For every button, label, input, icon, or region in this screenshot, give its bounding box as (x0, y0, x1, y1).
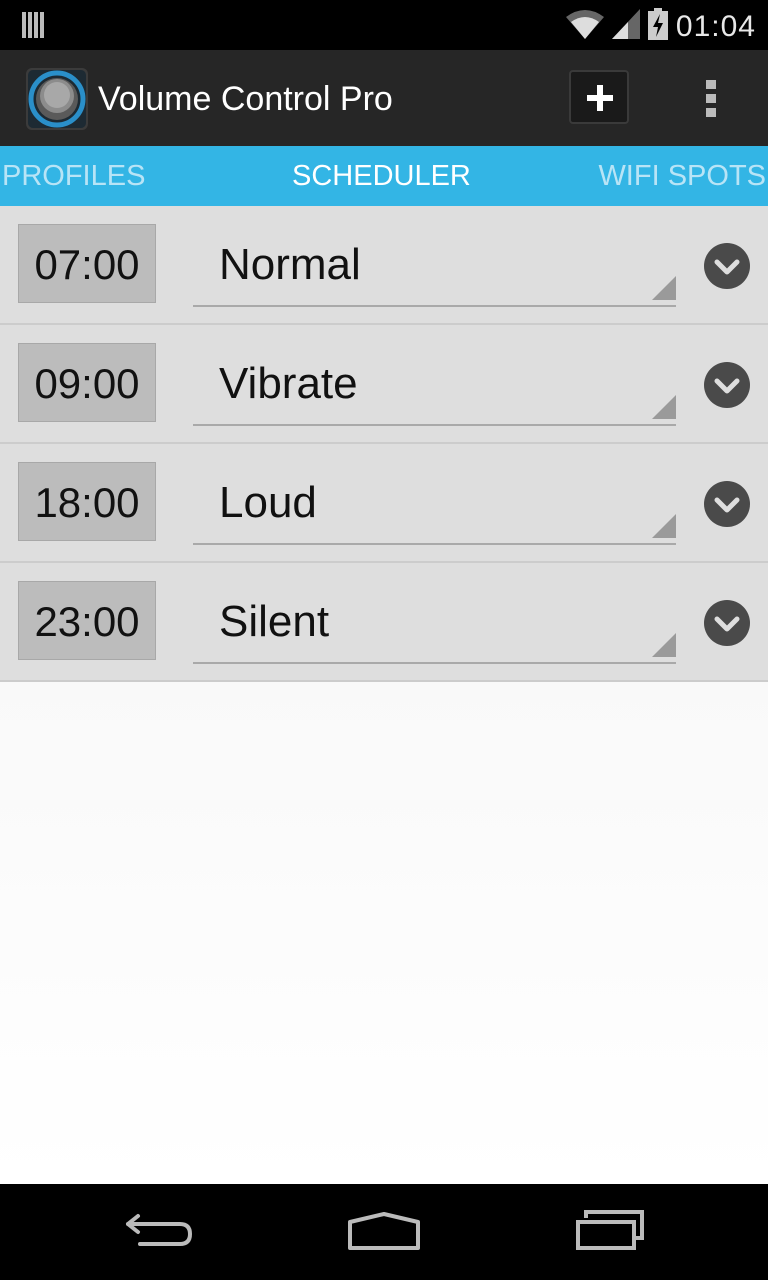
profile-spinner[interactable]: Silent (193, 581, 676, 664)
navigation-bar (0, 1184, 768, 1280)
spinner-arrow-icon (652, 514, 676, 543)
schedule-row: 07:00 Normal (0, 206, 768, 325)
expand-button[interactable] (704, 362, 750, 408)
back-icon (124, 1214, 196, 1256)
schedule-row: 23:00 Silent (0, 563, 768, 682)
profile-label: Loud (219, 478, 317, 527)
chevron-down-icon (704, 481, 750, 531)
home-icon (346, 1212, 422, 1256)
tab-profiles[interactable]: PROFILES (2, 160, 145, 193)
tab-strip: PROFILES SCHEDULER WIFI SPOTS (0, 146, 768, 206)
app-logo-icon[interactable] (26, 68, 88, 130)
tab-wifi-spots[interactable]: WIFI SPOTS (598, 160, 766, 193)
profile-spinner[interactable]: Loud (193, 462, 676, 545)
chevron-down-icon (704, 243, 750, 293)
expand-button[interactable] (704, 243, 750, 289)
notification-bars-icon (22, 12, 48, 43)
time-picker-button[interactable]: 09:00 (18, 343, 156, 422)
back-button[interactable] (124, 1210, 196, 1257)
home-button[interactable] (346, 1210, 422, 1257)
time-picker-button[interactable]: 23:00 (18, 581, 156, 660)
status-bar: 01:04 (0, 0, 768, 50)
chevron-down-icon (704, 362, 750, 412)
expand-button[interactable] (704, 600, 750, 646)
add-schedule-button[interactable] (569, 70, 629, 124)
profile-spinner[interactable]: Normal (193, 224, 676, 307)
tab-scheduler[interactable]: SCHEDULER (292, 160, 471, 193)
profile-spinner[interactable]: Vibrate (193, 343, 676, 426)
spinner-arrow-icon (652, 395, 676, 424)
profile-label: Vibrate (219, 359, 358, 408)
recent-apps-icon (574, 1210, 646, 1256)
overflow-menu-icon (696, 80, 728, 128)
schedule-row: 09:00 Vibrate (0, 325, 768, 444)
clock: 01:04 (675, 9, 756, 43)
profile-label: Silent (219, 597, 330, 646)
expand-button[interactable] (704, 481, 750, 527)
recent-apps-button[interactable] (574, 1210, 646, 1257)
chevron-down-icon (704, 600, 750, 650)
spinner-arrow-icon (652, 633, 676, 662)
spinner-arrow-icon (652, 276, 676, 305)
schedule-list: 07:00 Normal 09:00 Vibrate 18:00 Loud 23… (0, 206, 768, 1184)
time-picker-button[interactable]: 18:00 (18, 462, 156, 541)
wifi-icon (565, 9, 604, 44)
profile-label: Normal (219, 240, 361, 289)
signal-icon (611, 9, 640, 44)
schedule-row: 18:00 Loud (0, 444, 768, 563)
action-bar: Volume Control Pro (0, 50, 768, 146)
time-picker-button[interactable]: 07:00 (18, 224, 156, 303)
app-title: Volume Control Pro (98, 80, 393, 118)
battery-charging-icon (647, 8, 668, 45)
overflow-menu-button[interactable] (696, 74, 728, 124)
